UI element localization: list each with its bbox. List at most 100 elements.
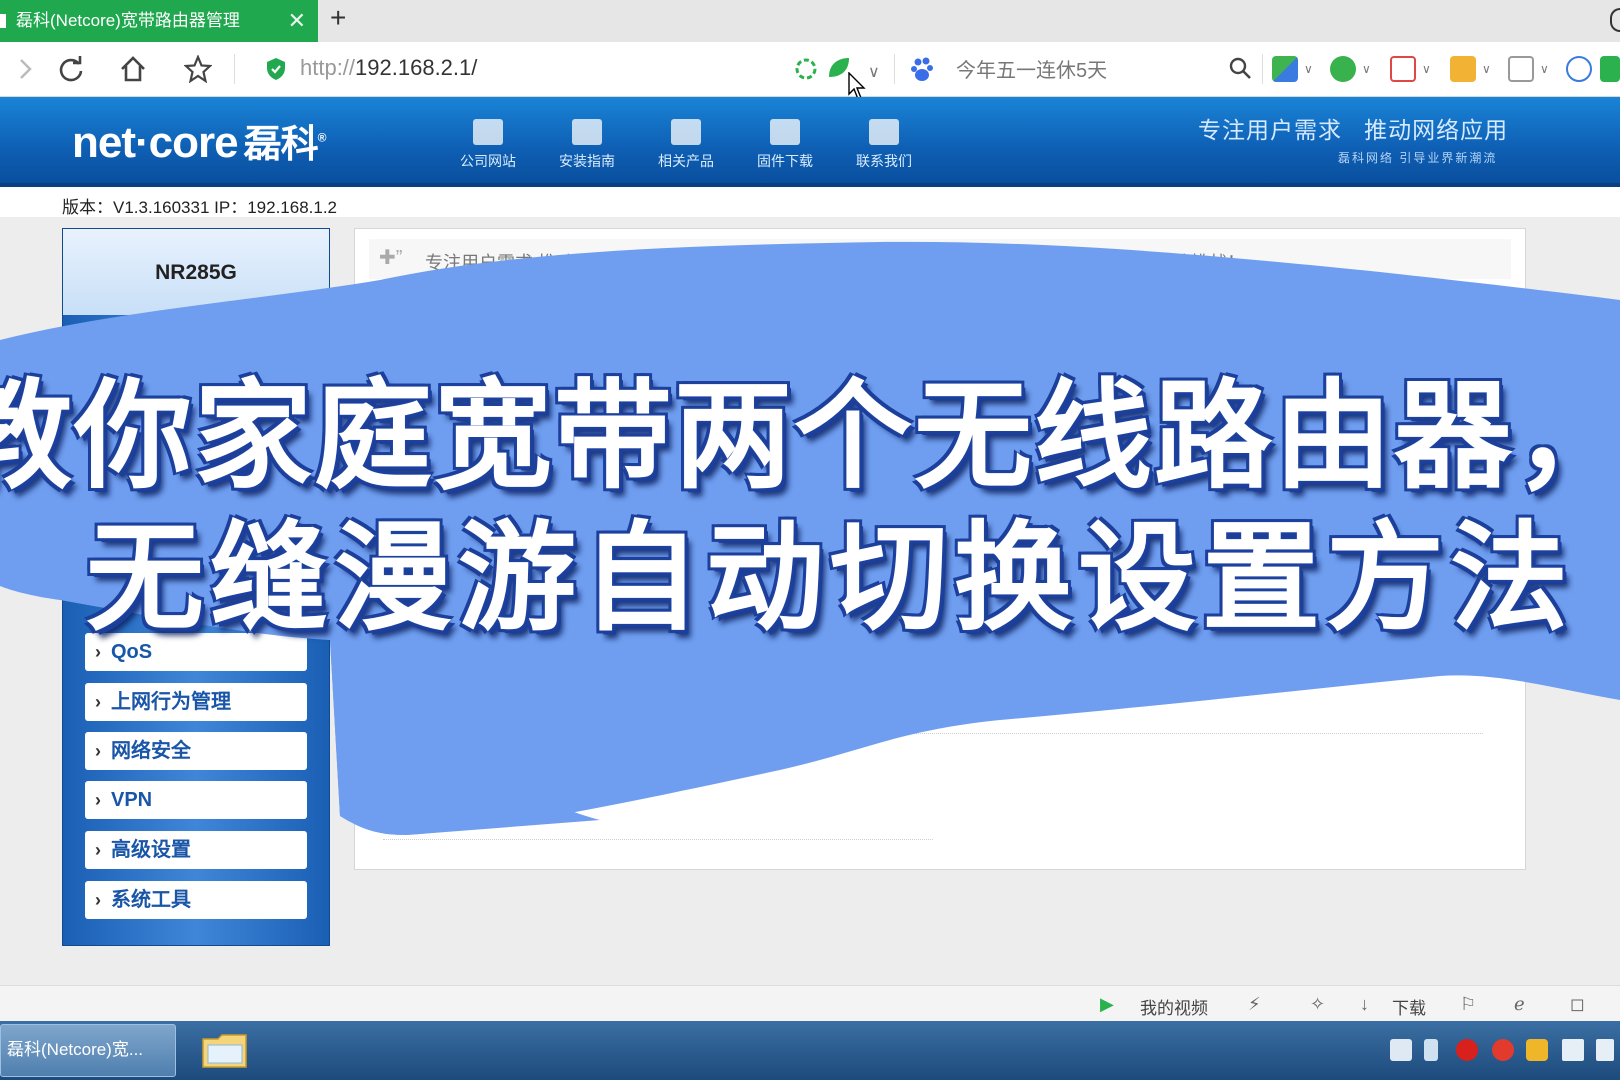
dropdown-caret-icon[interactable]: ∨ — [1540, 62, 1549, 76]
model-header: NR285G — [63, 229, 329, 315]
address-bar[interactable]: http://192.168.2.1/ — [258, 51, 778, 87]
nav-products[interactable]: 相关产品 — [646, 119, 726, 171]
home-button[interactable] — [116, 52, 150, 86]
banner-slogan-sub: 磊科网络 引导业界新潮流 — [1338, 151, 1498, 165]
reload-button[interactable] — [54, 52, 88, 86]
router-header-banner: net·core 磊科® 公司网站 安装指南 相关产品 固件下载 联系我们 专注用… — [0, 97, 1620, 187]
browser-toolbar: http://192.168.2.1/ ∨ 今年五一连休5天 ∨ ∨ ∨ ∨ ∨ — [0, 42, 1620, 100]
menu-item-network-security[interactable]: › 网络安全 — [85, 732, 307, 770]
my-video-link[interactable]: 我的视频 — [1140, 994, 1208, 1019]
shield-money-icon[interactable] — [1330, 56, 1356, 82]
tools-icon — [572, 119, 602, 145]
video-play-icon[interactable]: ▶ — [1100, 994, 1114, 1015]
speed-icon[interactable]: ⚡ — [1248, 994, 1261, 1015]
toolbar-divider — [894, 54, 895, 84]
keyboard-icon[interactable] — [1390, 1039, 1412, 1061]
banner-slogan: 专注用户需求 推动网络应用 — [1198, 111, 1508, 145]
chevron-right-icon: › — [95, 790, 101, 810]
new-tab-button[interactable]: + — [330, 2, 346, 34]
download-arrow-icon[interactable]: ↓ — [1360, 994, 1369, 1015]
nav-firmware-download[interactable]: 固件下载 — [745, 119, 825, 171]
screenshot-icon[interactable] — [1450, 56, 1476, 82]
toolbar-divider — [234, 54, 235, 84]
dropdown-caret-icon[interactable]: ∨ — [1422, 62, 1431, 76]
pin-icon[interactable]: ✧ — [1310, 994, 1325, 1015]
notice-text-left: 专注用户需求 推动网络应用 — [425, 253, 646, 273]
tab-favicon-icon — [0, 14, 6, 28]
apps-icon[interactable] — [1272, 56, 1298, 82]
menu-label: VPN — [111, 789, 153, 811]
website-icon — [473, 119, 503, 145]
divider-line — [383, 733, 1483, 734]
folder-icon[interactable] — [200, 1029, 250, 1071]
menu-label: 上网行为管理 — [111, 691, 231, 713]
game-icon[interactable] — [1508, 56, 1534, 82]
security-tray-icon[interactable] — [1492, 1039, 1514, 1061]
notice-text-right: 信息时代的挑战！ — [1101, 253, 1245, 273]
browser-tab-strip: 磊科(Netcore)宽带路由器管理 ✕ + — [0, 0, 1620, 42]
dropdown-caret-icon[interactable]: ∨ — [1482, 62, 1491, 76]
content-description: 域网互联，通信更安全更方便。 — [414, 783, 652, 802]
info-bar: 版本：V1.3.160331 IP：192.168.1.2 — [0, 187, 1620, 217]
dropdown-caret-icon[interactable]: ∨ — [1304, 62, 1313, 76]
translate-icon[interactable] — [1390, 56, 1416, 82]
url-protocol: http:// — [300, 55, 356, 80]
menu-item-behavior-management[interactable]: › 上网行为管理 — [85, 683, 307, 721]
network-tray-icon[interactable] — [1424, 1039, 1438, 1061]
flag-icon[interactable]: ⚐ — [1460, 994, 1476, 1015]
url-host: 192.168.2.1/ — [355, 55, 478, 80]
logo-cn-text: 磊科 — [243, 124, 319, 166]
forward-icon — [20, 59, 32, 79]
download-icon — [770, 119, 800, 145]
zoom-icon[interactable] — [1566, 56, 1592, 82]
window-edge-icon — [1610, 8, 1620, 32]
router-icon — [671, 119, 701, 145]
nav-label: 联系我们 — [856, 153, 912, 169]
taskbar-browser-window[interactable]: 磊科(Netcore)宽... — [0, 1024, 176, 1077]
dropdown-caret-icon[interactable]: ∨ — [1362, 62, 1371, 76]
extension-icon[interactable] — [1600, 56, 1620, 82]
accelerate-icon[interactable] — [794, 57, 818, 81]
menu-label: 高级设置 — [111, 839, 191, 861]
menu-item-system-tools[interactable]: › 系统工具 — [85, 881, 307, 919]
tab-title: 磊科(Netcore)宽带路由器管理 — [16, 11, 240, 30]
model-name: NR285G — [155, 261, 237, 284]
tab-close-icon[interactable]: ✕ — [288, 0, 306, 42]
volume-icon[interactable] — [1596, 1039, 1614, 1061]
nav-company-site[interactable]: 公司网站 — [448, 119, 528, 171]
shield-tray-icon[interactable] — [1526, 1039, 1548, 1061]
ie-icon[interactable]: ℯ — [1514, 994, 1525, 1015]
record-icon[interactable] — [1456, 1039, 1478, 1061]
browser-tab-active[interactable]: 磊科(Netcore)宽带路由器管理 ✕ — [0, 0, 318, 42]
search-input[interactable]: 今年五一连休5天 — [956, 54, 1107, 83]
netcore-logo: net·core 磊科® — [72, 113, 327, 168]
menu-label: 系统工具 — [111, 889, 191, 911]
window-mode-icon[interactable]: ◻ — [1570, 994, 1585, 1015]
toolbar-divider — [1262, 54, 1263, 84]
chevron-right-icon: › — [95, 692, 101, 712]
download-link[interactable]: 下载 — [1392, 994, 1426, 1019]
logo-trademark: ® — [317, 130, 327, 145]
favorite-button[interactable] — [181, 52, 215, 86]
nav-label: 安装指南 — [559, 153, 615, 169]
version-ip-text: 版本：V1.3.160331 IP：192.168.1.2 — [62, 198, 338, 217]
url-text: http://192.168.2.1/ — [300, 55, 477, 81]
nav-contact-us[interactable]: 联系我们 — [844, 119, 924, 171]
menu-item-advanced-settings[interactable]: › 高级设置 — [85, 831, 307, 869]
chevron-right-icon: › — [95, 741, 101, 761]
forward-button[interactable] — [8, 52, 42, 86]
divider-line — [383, 839, 933, 840]
browser-status-bar: ▶ 我的视频 ⚡ ✧ ↓ 下载 ⚐ ℯ ◻ — [0, 985, 1620, 1022]
reload-icon — [59, 56, 83, 82]
menu-item-vpn[interactable]: › VPN — [85, 781, 307, 819]
nav-install-guide[interactable]: 安装指南 — [547, 119, 627, 171]
slogan-right: 推动网络应用 — [1364, 117, 1509, 143]
home-icon — [121, 56, 145, 82]
dropdown-caret-icon[interactable]: ∨ — [868, 62, 880, 82]
search-icon[interactable] — [1228, 56, 1252, 80]
monitor-tray-icon[interactable] — [1562, 1039, 1584, 1061]
windows-taskbar: 磊科(Netcore)宽... — [0, 1021, 1620, 1080]
overlay-caption-line2: 无缝漫游自动切换设置方法 — [85, 509, 1574, 647]
baidu-paw-icon[interactable] — [910, 56, 938, 82]
nav-label: 公司网站 — [460, 153, 516, 169]
